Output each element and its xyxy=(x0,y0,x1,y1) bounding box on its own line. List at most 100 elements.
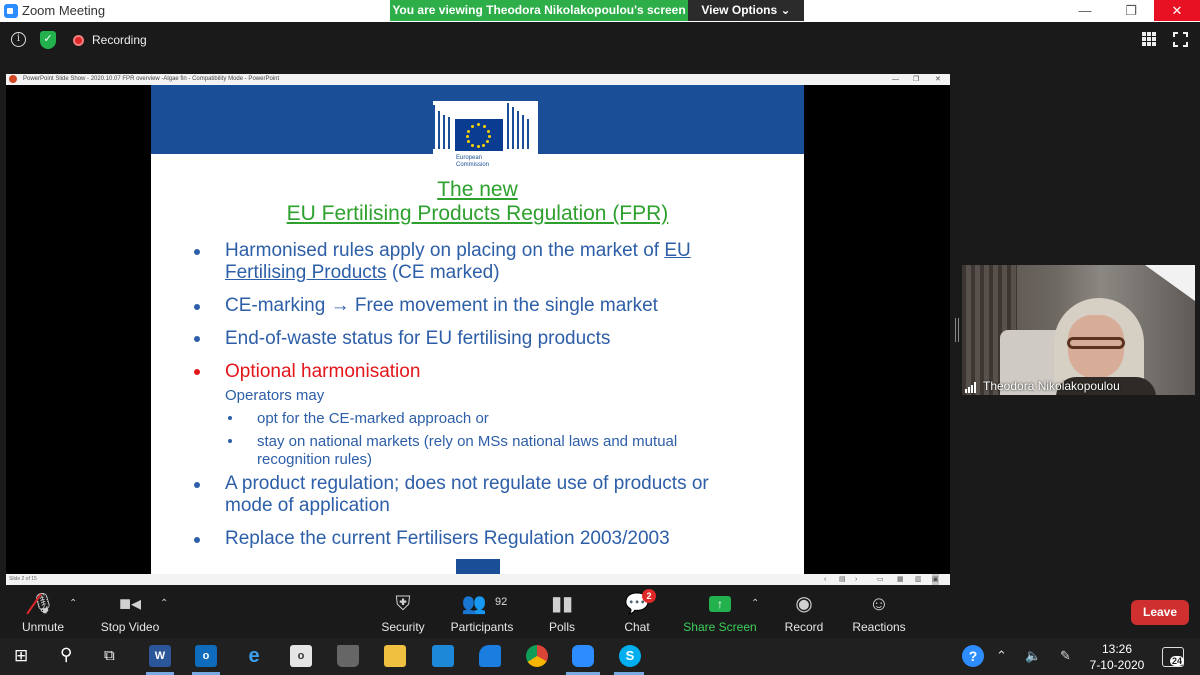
chevron-down-icon: ⌄ xyxy=(780,3,791,17)
onedrive-app-icon[interactable] xyxy=(479,645,501,667)
slide-counter: Slide 2 of 15 xyxy=(9,576,37,582)
bullet-dot xyxy=(194,336,200,342)
file-explorer-icon[interactable] xyxy=(384,645,406,667)
slide-letterbox-right xyxy=(804,85,950,574)
slide-sorter-icon[interactable]: ▤ xyxy=(839,574,846,585)
edge-browser-icon[interactable]: e xyxy=(243,645,265,667)
bullet-optional-harmonisation: Optional harmonisation xyxy=(225,361,421,382)
normal-view-icon[interactable]: ▭ xyxy=(877,574,884,585)
help-question-icon[interactable]: ? xyxy=(962,645,984,667)
task-view-icon[interactable]: ⧉ xyxy=(104,647,115,664)
windows-start-icon[interactable]: ⊞ xyxy=(14,646,28,666)
participants-count: 92 xyxy=(495,596,508,608)
sub-bullet-dot xyxy=(228,439,232,443)
chrome-browser-icon[interactable] xyxy=(526,645,548,667)
participant-video-tile[interactable] xyxy=(962,265,1195,395)
viewing-screen-banner: You are viewing Theodora Nikolakopoulou'… xyxy=(390,0,688,21)
slideshow-view-icon[interactable]: ▣ xyxy=(932,574,939,585)
store-app-icon[interactable] xyxy=(337,645,359,667)
bullet-dot xyxy=(194,369,200,375)
fullscreen-icon[interactable] xyxy=(1173,32,1188,47)
meeting-top-strip xyxy=(0,22,1200,58)
connection-signal-icon xyxy=(965,382,979,393)
chat-unread-badge: 2 xyxy=(642,589,656,603)
next-slide-icon[interactable]: › xyxy=(855,574,857,585)
bullet-dot xyxy=(194,482,200,488)
recording-label: Recording xyxy=(92,33,147,47)
previous-slide-icon[interactable]: ‹ xyxy=(824,574,826,585)
reactions-smiley-icon: ☺ xyxy=(868,593,890,615)
sub-bullet-dot xyxy=(228,416,232,420)
sub-bullet-national-markets: stay on national markets (rely on MSs na… xyxy=(257,433,678,468)
record-icon: ◉ xyxy=(795,593,813,615)
notification-count: 24 xyxy=(1170,656,1185,666)
presentation-slide: European Commission The new EU Fertilisi… xyxy=(151,85,804,574)
share-screen-arrow-icon: ↑ xyxy=(709,596,731,612)
bullet-replace-regulation: Replace the current Fertilisers Regulati… xyxy=(225,528,670,549)
tray-overflow-chevron-icon[interactable]: ⌃ xyxy=(996,648,1007,664)
video-camera-icon: ■◂ xyxy=(118,593,142,615)
recording-dot-icon xyxy=(73,35,84,46)
logo-text: European Commission xyxy=(456,155,490,168)
panel-splitter-handle[interactable] xyxy=(955,318,959,342)
mail-app-icon[interactable]: o xyxy=(290,645,312,667)
leave-meeting-button[interactable]: Leave xyxy=(1131,600,1189,625)
zoom-app-icon xyxy=(4,4,18,18)
windows-taskbar xyxy=(0,638,1200,675)
reactions-button[interactable]: ☺ Reactions xyxy=(839,588,919,636)
close-button[interactable]: ✕ xyxy=(1154,0,1200,21)
gallery-view-icon[interactable] xyxy=(1142,32,1157,47)
reading-view-icon[interactable]: ▥ xyxy=(915,574,922,585)
operators-may-text: Operators may xyxy=(225,387,325,404)
ppt-restore-button[interactable]: ❐ xyxy=(913,74,919,85)
stop-video-button[interactable]: ■◂ Stop Video xyxy=(90,588,170,636)
slide-footer-block xyxy=(456,559,500,574)
video-options-caret[interactable]: ⌃ xyxy=(160,598,168,609)
encryption-shield-icon[interactable]: ✓ xyxy=(40,31,56,49)
polls-button[interactable]: ▮▮ Polls xyxy=(522,588,602,636)
security-button[interactable]: ⛨ Security xyxy=(363,588,443,636)
european-commission-logo: European Commission xyxy=(433,101,538,183)
view-options-button[interactable]: View Options ⌄ xyxy=(688,0,804,21)
outlook-app-icon[interactable]: o xyxy=(195,645,217,667)
bullet-end-of-waste: End-of-waste status for EU fertilising p… xyxy=(225,328,611,349)
view-options-label: View Options xyxy=(701,3,778,17)
pen-icon[interactable]: ✎ xyxy=(1060,648,1071,664)
taskbar-date[interactable]: 7-10-2020 xyxy=(1085,658,1149,672)
ppt-close-button[interactable]: ✕ xyxy=(935,74,941,85)
record-button[interactable]: ◉ Record xyxy=(764,588,844,636)
window-title: Zoom Meeting xyxy=(22,3,106,18)
bullet-product-regulation: A product regulation; does not regulate … xyxy=(225,473,709,516)
eu-flag-icon xyxy=(455,119,503,151)
bullet-dot xyxy=(194,249,200,255)
minimize-button[interactable]: — xyxy=(1062,0,1108,21)
search-icon[interactable]: ⚲ xyxy=(60,645,72,665)
volume-icon[interactable]: 🔈 xyxy=(1025,648,1041,664)
participants-button[interactable]: 👥 Participants xyxy=(442,588,522,636)
audio-options-caret[interactable]: ⌃ xyxy=(69,598,77,609)
chat-button[interactable]: 💬 Chat xyxy=(597,588,677,636)
restore-button[interactable]: ❐ xyxy=(1108,0,1154,21)
skype-app-icon[interactable]: S xyxy=(619,645,641,667)
slide-letterbox-left xyxy=(6,85,151,574)
slide-title-line2: EU Fertilising Products Regulation (FPR) xyxy=(286,202,669,225)
info-icon[interactable]: i xyxy=(11,32,26,47)
network-app-icon[interactable] xyxy=(432,645,454,667)
bullet-dot xyxy=(194,537,200,543)
bullet-harmonised-rules: Harmonised rules apply on placing on the… xyxy=(225,240,691,283)
taskbar-time[interactable]: 13:26 xyxy=(1085,642,1149,656)
ppt-minimize-button[interactable]: — xyxy=(892,74,899,85)
bullet-dot xyxy=(194,304,200,310)
zoom-app-taskbar-icon[interactable] xyxy=(572,645,594,667)
participants-icon: 👥 xyxy=(461,593,487,615)
bullet-ce-marking: CE-marking → Free movement in the single… xyxy=(225,295,658,316)
sorter-view-icon[interactable]: ▦ xyxy=(897,574,904,585)
share-options-caret[interactable]: ⌃ xyxy=(751,598,759,609)
slide-title-line1: The new xyxy=(437,178,518,201)
polls-chart-icon: ▮▮ xyxy=(550,593,574,615)
powerpoint-statusbar xyxy=(6,574,950,585)
word-app-icon[interactable]: W xyxy=(149,645,171,667)
security-shield-icon: ⛨ xyxy=(395,593,411,615)
powerpoint-icon xyxy=(9,75,17,83)
unmute-button[interactable]: 🎙 Unmute xyxy=(3,588,83,636)
